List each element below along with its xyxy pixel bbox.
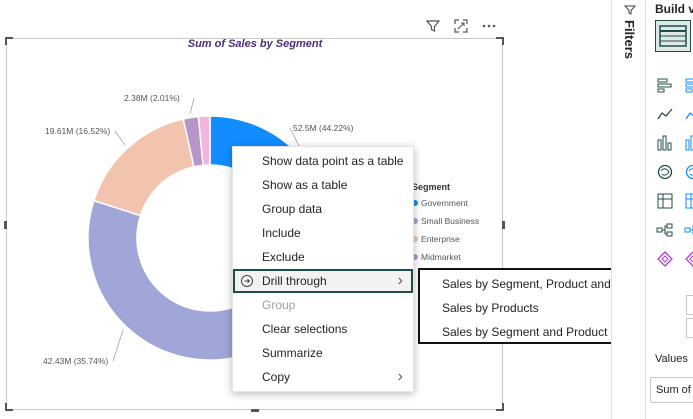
drill-through-icon [241, 275, 253, 287]
decomposition-tree-icon[interactable] [656, 221, 674, 239]
menu-item-label: Group [262, 298, 296, 312]
legend-label: Government [421, 198, 468, 208]
legend-label: Midmarket [421, 252, 461, 262]
map-icon[interactable] [656, 163, 674, 181]
leader-line [114, 130, 126, 146]
legend-title: Segment [412, 182, 451, 192]
menu-item-label: Copy [262, 370, 291, 384]
legend-item-midmarket[interactable]: Midmarket [412, 248, 479, 266]
legend-item-enterprise[interactable]: Enterprise [412, 230, 479, 248]
menu-item-label: Clear selections [262, 322, 348, 336]
area-chart-icon[interactable] [684, 105, 693, 123]
menu-item-group: Group [233, 293, 413, 317]
menu-item-drill-through[interactable]: Drill through › [233, 269, 413, 293]
menu-item-label: Include [262, 226, 301, 240]
data-label-midmarket: 2.38M (2.01%) [124, 93, 180, 103]
values-well-label: Values [655, 353, 688, 365]
menu-item-label: Group data [262, 202, 323, 216]
menu-item-show-as-a-table[interactable]: Show as a table [233, 173, 413, 197]
menu-item-summarize[interactable]: Summarize [233, 341, 413, 365]
chevron-right-icon: › [397, 368, 403, 385]
menu-item-label: Exclude [262, 250, 305, 264]
narrative-icon[interactable] [684, 221, 693, 239]
legend-item-government[interactable]: Government [412, 194, 479, 212]
key-influencers-icon[interactable] [656, 250, 674, 268]
matrix-visual-icon [659, 25, 687, 47]
legend-label: Small Business [421, 216, 480, 226]
menu-item-copy[interactable]: Copy › [233, 365, 413, 389]
menu-item-label: Drill through [262, 274, 327, 288]
table-icon[interactable] [656, 192, 674, 210]
chart-legend: Segment Government Small Business Enterpri… [412, 182, 479, 266]
shape-map-icon[interactable] [684, 163, 693, 181]
matrix-icon[interactable] [684, 192, 693, 210]
build-visual-title: Build visual [655, 2, 693, 16]
menu-item-group-data[interactable]: Group data [233, 197, 413, 221]
chevron-right-icon: › [397, 272, 403, 289]
context-menu: Show data point as a table Show as a tabl… [232, 146, 414, 392]
filter-pane-icon [624, 5, 636, 15]
smart-narrative-icon[interactable] [684, 250, 693, 268]
field-well-box[interactable] [686, 318, 693, 338]
legend-label: Enterprise [421, 234, 460, 244]
report-canvas: Sum of Sales by Segment 52.5M (44.22%) 42… [0, 0, 693, 419]
data-label-enterprise: 19.61M (16.52%) [45, 126, 110, 136]
data-label-small-business: 42.43M (35.74%) [43, 356, 108, 366]
menu-item-label: Summarize [262, 346, 323, 360]
legend-item-small-business[interactable]: Small Business [412, 212, 479, 230]
stacked-bar-icon[interactable] [656, 76, 674, 94]
menu-item-clear-selections[interactable]: Clear selections [233, 317, 413, 341]
filters-pane-label[interactable]: Filters [622, 20, 637, 59]
values-field-pill[interactable]: Sum of Sales [650, 377, 693, 403]
line-chart-icon[interactable] [656, 105, 674, 123]
field-well-box[interactable] [686, 295, 693, 315]
menu-item-label: Show data point as a table [262, 154, 404, 168]
leader-line [189, 97, 195, 114]
data-label-government: 52.5M (44.22%) [293, 123, 354, 133]
selected-visual-type[interactable] [655, 20, 691, 52]
column-chart-icon[interactable] [684, 76, 693, 94]
leader-line [112, 329, 124, 362]
donut-slice-small-business[interactable] [87, 199, 255, 361]
waterfall-chart-icon[interactable] [684, 134, 693, 152]
menu-item-exclude[interactable]: Exclude [233, 245, 413, 269]
menu-item-label: Show as a table [262, 178, 348, 192]
menu-item-include[interactable]: Include [233, 221, 413, 245]
menu-item-show-data-point-as-a-table[interactable]: Show data point as a table [233, 149, 413, 173]
filters-pane[interactable] [611, 0, 645, 419]
ribbon-chart-icon[interactable] [656, 134, 674, 152]
